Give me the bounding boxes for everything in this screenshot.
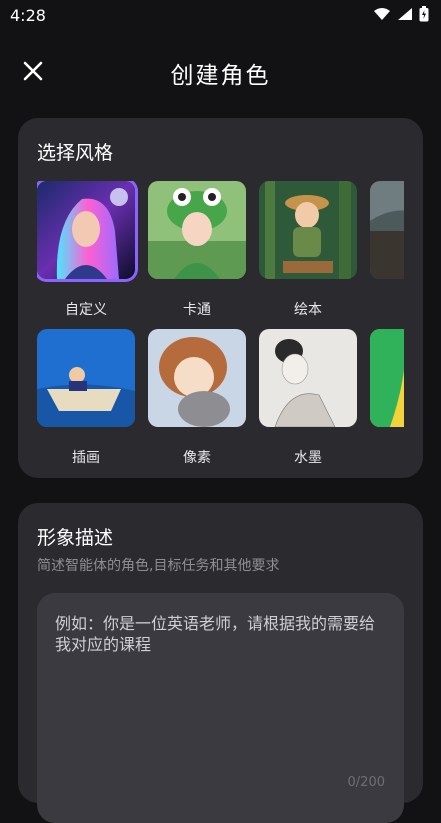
style-thumb-illustration[interactable]: [37, 329, 135, 427]
signal-icon: [398, 8, 412, 20]
description-placeholder: 例如：你是一位英语老师，请根据我的需要给我对应的课程: [55, 614, 376, 654]
style-label-pixel: 像素: [183, 450, 211, 466]
style-picturebook-image: [259, 181, 357, 279]
description-section-subtitle: 简述智能体的角色,目标任务和其他要求: [37, 558, 280, 574]
description-section: 形象描述 简述智能体的角色,目标任务和其他要求 例如：你是一位英语老师，请根据我…: [18, 503, 423, 823]
style-thumb-landscape[interactable]: [370, 181, 404, 279]
character-counter: 0/200: [347, 775, 385, 790]
style-pixel-image: [148, 329, 246, 427]
header: 创建角色: [0, 40, 441, 100]
style-thumb-cartoon[interactable]: [148, 181, 246, 279]
style-section-title: 选择风格: [37, 142, 114, 164]
wifi-icon: [374, 8, 390, 20]
style-thumb-picturebook[interactable]: [259, 181, 357, 279]
style-custom-image: [37, 181, 135, 279]
style-label-illustration: 插画: [72, 450, 100, 466]
style-label-ink: 水墨: [294, 450, 322, 466]
style-landscape-image: [370, 181, 404, 279]
style-thumb-custom[interactable]: [37, 181, 135, 279]
style-thumb-pixel[interactable]: [148, 329, 246, 427]
status-icons: [373, 6, 429, 22]
style-label-cartoon: 卡通: [183, 302, 211, 318]
style-label-custom-1: 自定义: [65, 302, 107, 318]
style-thumb-ink[interactable]: [259, 329, 357, 427]
style-grid[interactable]: 自定义 卡通 绘本 插画 像素 水墨: [37, 181, 404, 471]
description-section-title: 形象描述: [37, 527, 114, 549]
status-bar: 4:28: [0, 0, 441, 32]
style-section: 选择风格 自定义 卡通 绘本 插画 像素 水墨: [18, 118, 423, 478]
style-cartoon-image: [148, 181, 246, 279]
page-title: 创建角色: [170, 63, 271, 89]
style-ink-image: [259, 329, 357, 427]
style-anime-image: [370, 329, 404, 427]
style-label-picturebook: 绘本: [294, 302, 322, 318]
style-illustration-image: [37, 329, 135, 427]
battery-icon: [419, 6, 429, 22]
status-time: 4:28: [10, 6, 46, 25]
style-thumb-anime[interactable]: [370, 329, 404, 427]
